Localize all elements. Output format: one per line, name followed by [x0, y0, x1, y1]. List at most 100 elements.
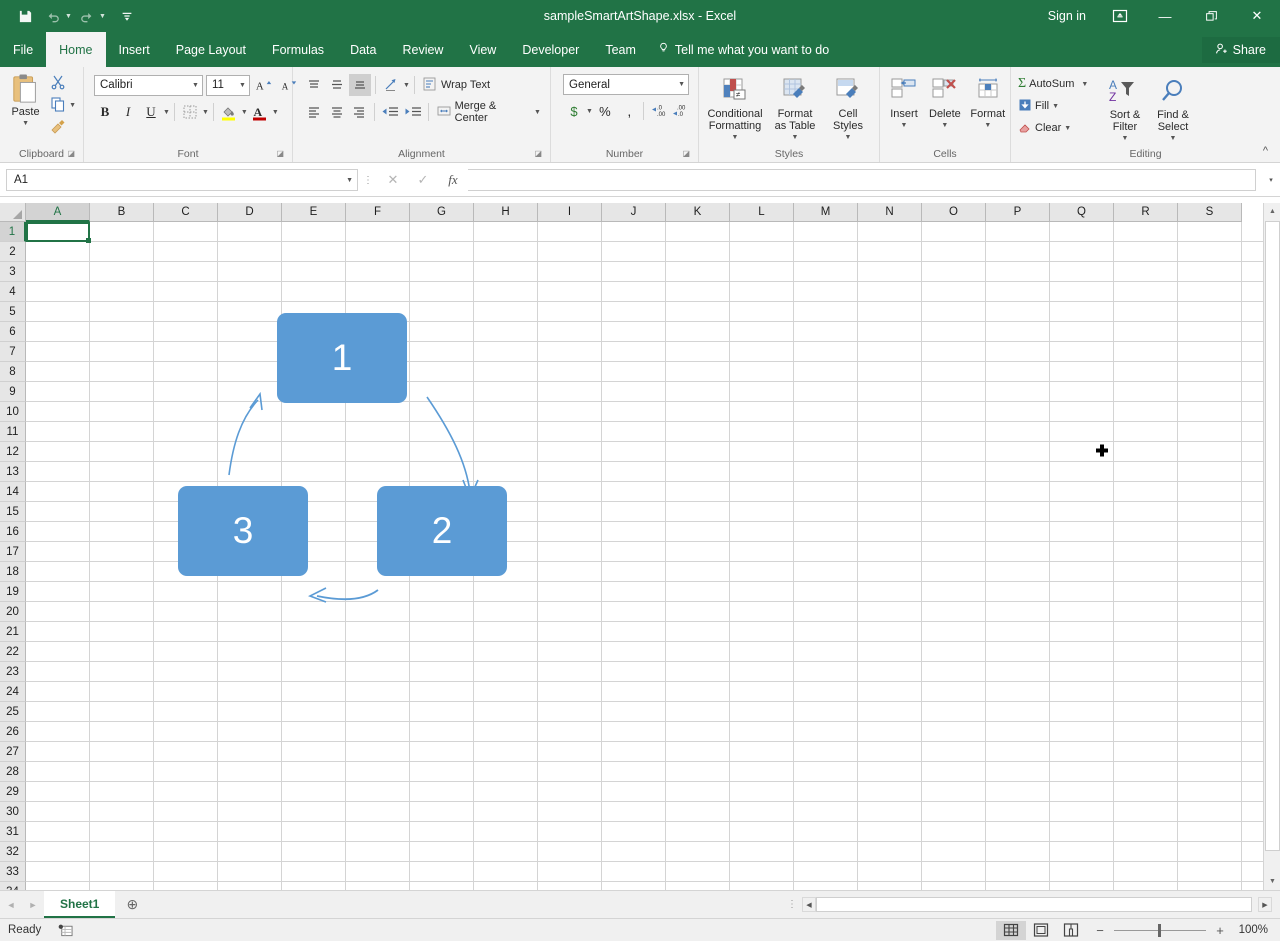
fill-caret[interactable]: ▼ — [1052, 103, 1059, 110]
page-layout-view-button[interactable] — [1026, 921, 1056, 940]
accounting-dropdown-caret[interactable]: ▼ — [586, 108, 593, 115]
format-as-table-caret[interactable]: ▼ — [792, 132, 799, 144]
delete-cells-button[interactable]: Delete ▼ — [924, 72, 966, 134]
wrap-text-button[interactable]: Wrap Text — [419, 74, 493, 96]
clear-button[interactable]: Clear ▼ — [1015, 117, 1101, 139]
row-header-11[interactable]: 11 — [0, 422, 26, 442]
next-sheet-button[interactable]: ► — [22, 892, 44, 918]
find-select-button[interactable]: Find & Select ▼ — [1149, 73, 1197, 147]
borders-dropdown-caret[interactable]: ▼ — [202, 109, 209, 116]
sort-filter-caret[interactable]: ▼ — [1122, 133, 1129, 145]
smartart-node-1[interactable]: 1 — [277, 313, 407, 403]
redo-dropdown-caret[interactable]: ▼ — [99, 13, 106, 20]
column-header-A[interactable]: A — [26, 203, 90, 222]
cell-styles-button[interactable]: Cell Styles ▼ — [823, 72, 873, 146]
ribbon-display-options-icon[interactable] — [1098, 0, 1142, 32]
insert-cells-caret[interactable]: ▼ — [901, 120, 908, 132]
tell-me-box[interactable]: Tell me what you want to do — [649, 32, 829, 67]
align-top-button[interactable] — [303, 74, 325, 96]
zoom-out-button[interactable]: − — [1094, 923, 1106, 938]
row-header-5[interactable]: 5 — [0, 302, 26, 322]
horizontal-scrollbar[interactable]: ◀ — [802, 896, 1252, 913]
cell-styles-caret[interactable]: ▼ — [845, 132, 852, 144]
column-header-L[interactable]: L — [730, 203, 794, 222]
borders-button[interactable] — [179, 101, 201, 123]
name-box[interactable]: A1 ▼ — [6, 169, 358, 191]
tab-view[interactable]: View — [456, 32, 509, 67]
copy-button[interactable]: ▼ — [47, 94, 79, 116]
underline-button[interactable]: U — [140, 101, 162, 123]
record-macro-icon[interactable] — [58, 923, 73, 937]
column-header-J[interactable]: J — [602, 203, 666, 222]
tab-insert[interactable]: Insert — [106, 32, 163, 67]
column-header-D[interactable]: D — [218, 203, 282, 222]
minimize-button[interactable]: — — [1142, 0, 1188, 32]
smartart-node-2[interactable]: 2 — [377, 486, 507, 576]
scroll-up-button[interactable]: ▲ — [1264, 203, 1280, 220]
row-header-16[interactable]: 16 — [0, 522, 26, 542]
align-left-button[interactable] — [303, 101, 325, 123]
undo-icon[interactable] — [40, 4, 66, 28]
formula-bar-splitter[interactable]: ⋮ — [358, 175, 378, 186]
row-header-2[interactable]: 2 — [0, 242, 26, 262]
row-header-21[interactable]: 21 — [0, 622, 26, 642]
row-header-12[interactable]: 12 — [0, 442, 26, 462]
column-header-R[interactable]: R — [1114, 203, 1178, 222]
conditional-formatting-caret[interactable]: ▼ — [732, 132, 739, 144]
bold-button[interactable]: B — [94, 101, 116, 123]
row-header-29[interactable]: 29 — [0, 782, 26, 802]
increase-font-size-button[interactable]: A — [253, 74, 275, 96]
tab-review[interactable]: Review — [389, 32, 456, 67]
decrease-decimal-button[interactable]: .00.0 — [669, 100, 689, 122]
row-header-31[interactable]: 31 — [0, 822, 26, 842]
zoom-slider[interactable]: − + — [1094, 923, 1226, 938]
format-painter-button[interactable] — [47, 116, 79, 138]
decrease-indent-button[interactable] — [379, 101, 401, 123]
column-header-O[interactable]: O — [922, 203, 986, 222]
column-header-Q[interactable]: Q — [1050, 203, 1114, 222]
row-header-32[interactable]: 32 — [0, 842, 26, 862]
format-as-table-button[interactable]: Format as Table ▼ — [767, 72, 823, 146]
paste-button[interactable]: Paste ▼ — [4, 70, 47, 132]
row-header-7[interactable]: 7 — [0, 342, 26, 362]
column-header-G[interactable]: G — [410, 203, 474, 222]
font-dialog-launcher[interactable]: ◪ — [276, 146, 284, 161]
column-header-S[interactable]: S — [1178, 203, 1242, 222]
row-header-13[interactable]: 13 — [0, 462, 26, 482]
row-header-19[interactable]: 19 — [0, 582, 26, 602]
autosum-button[interactable]: Σ AutoSum ▼ — [1015, 73, 1101, 95]
save-icon[interactable] — [12, 4, 38, 28]
sort-filter-button[interactable]: A Z Sort & Filter ▼ — [1101, 73, 1149, 147]
worksheet-grid[interactable]: ABCDEFGHIJKLMNOPQRS 12345678910111213141… — [0, 203, 1280, 890]
increase-indent-button[interactable] — [402, 101, 424, 123]
font-name-input[interactable]: Calibri ▼ — [94, 75, 203, 96]
vertical-scroll-thumb[interactable] — [1265, 221, 1280, 851]
formula-input[interactable] — [468, 169, 1256, 191]
add-sheet-button[interactable]: ⊕ — [115, 892, 149, 918]
normal-view-button[interactable] — [996, 921, 1026, 940]
column-header-E[interactable]: E — [282, 203, 346, 222]
sign-in-button[interactable]: Sign in — [1036, 9, 1098, 23]
tab-developer[interactable]: Developer — [509, 32, 592, 67]
font-size-caret[interactable]: ▼ — [235, 82, 246, 89]
cut-button[interactable] — [47, 72, 79, 94]
align-middle-button[interactable] — [326, 74, 348, 96]
paste-dropdown-caret[interactable]: ▼ — [22, 118, 29, 130]
copy-dropdown-caret[interactable]: ▼ — [69, 102, 76, 109]
fill-button[interactable]: Fill ▼ — [1015, 95, 1101, 117]
column-header-P[interactable]: P — [986, 203, 1050, 222]
comma-style-button[interactable]: , — [617, 100, 639, 122]
row-header-23[interactable]: 23 — [0, 662, 26, 682]
row-header-3[interactable]: 3 — [0, 262, 26, 282]
zoom-thumb[interactable] — [1158, 924, 1161, 937]
row-header-17[interactable]: 17 — [0, 542, 26, 562]
align-center-button[interactable] — [326, 101, 348, 123]
customize-qat-icon[interactable] — [114, 4, 140, 28]
alignment-dialog-launcher[interactable]: ◪ — [534, 146, 542, 161]
align-right-button[interactable] — [348, 101, 370, 123]
scroll-down-button[interactable]: ▼ — [1264, 873, 1280, 890]
previous-sheet-button[interactable]: ◄ — [0, 892, 22, 918]
row-header-9[interactable]: 9 — [0, 382, 26, 402]
horizontal-scroll-thumb[interactable] — [816, 897, 1252, 912]
format-cells-button[interactable]: Format ▼ — [966, 72, 1010, 134]
